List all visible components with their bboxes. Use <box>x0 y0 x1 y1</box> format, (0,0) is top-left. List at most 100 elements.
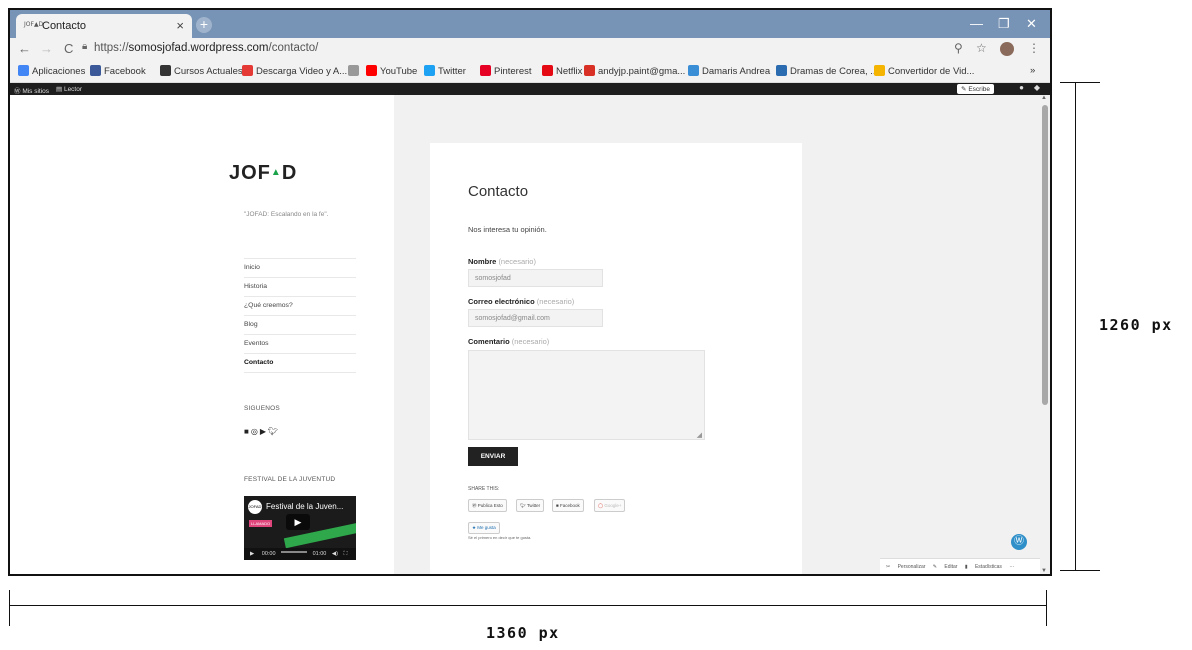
play-icon[interactable]: ▶ <box>286 514 310 530</box>
bookmark-label: andyjp.paint@gma... <box>598 66 686 77</box>
intro-text: Nos interesa tu opinión. <box>468 225 547 234</box>
my-sites-link[interactable]: Ⓦ Mis sitios <box>14 85 49 95</box>
bookmark-6[interactable]: Twitter <box>424 65 466 77</box>
reader-link[interactable]: ▤ Lector <box>56 85 82 93</box>
social-icons: ■◎▶🐦︎ <box>244 427 280 436</box>
bookmark-12[interactable]: Convertidor de Vid... <box>874 65 974 77</box>
bookmark-10[interactable]: Damaris Andrea <box>688 65 770 77</box>
bookmark-2[interactable]: Cursos Actuales <box>160 65 243 77</box>
youtube-icon[interactable]: ▶ <box>260 427 268 436</box>
bookmark-7[interactable]: Pinterest <box>480 65 532 77</box>
email-field[interactable]: somosjofad@gmail.com <box>468 309 603 327</box>
logo-triangle-icon: ▲ <box>270 167 282 178</box>
bookmark-8[interactable]: Netflix <box>542 65 582 77</box>
forward-button[interactable]: → <box>40 41 53 56</box>
restore-button[interactable]: ❐ <box>998 16 1010 32</box>
name-field[interactable]: somosjofad <box>468 269 603 287</box>
width-dimension-tick <box>1046 590 1047 626</box>
scrollbar[interactable]: ▲ ▼ <box>1040 95 1050 574</box>
comment-label-text: Comentario <box>468 337 510 346</box>
new-tab-button[interactable]: + <box>196 17 212 33</box>
scroll-up-icon[interactable]: ▲ <box>1041 95 1047 101</box>
wordpress-float-icon[interactable]: Ⓦ <box>1011 534 1027 550</box>
browser-window: JOF▲D Contacto × + — ❐ ✕ ← → C 🔒︎ https:… <box>8 8 1052 576</box>
site-logo[interactable]: JOF▲D <box>229 162 297 185</box>
bookmark-5[interactable]: YouTube <box>366 65 417 77</box>
user-avatar-icon[interactable]: ● <box>1019 83 1024 92</box>
video-title: Festival de la Juven... <box>266 502 344 511</box>
customize-link[interactable]: ✂ Personalizar <box>886 564 925 570</box>
menu-item-eventos[interactable]: Eventos <box>244 334 356 353</box>
height-dimension-tick <box>1060 570 1100 571</box>
notifications-icon[interactable]: ◆ <box>1034 83 1040 92</box>
menu-item-inicio[interactable]: Inicio <box>244 258 356 277</box>
fullscreen-icon[interactable]: ⛶ <box>343 551 347 557</box>
my-sites-label: Mis sitios <box>22 88 50 95</box>
share-facebook-button[interactable]: ■ Facebook <box>552 499 584 512</box>
reload-button[interactable]: C <box>64 41 73 56</box>
address-bar[interactable]: https://somosjofad.wordpress.com/contact… <box>94 42 318 54</box>
bookmark-label: Facebook <box>104 66 146 77</box>
stats-label: Estadísticas <box>974 564 1002 570</box>
zoom-icon[interactable]: ⚲ <box>954 41 963 55</box>
submit-button[interactable]: ENVIAR <box>468 447 518 466</box>
download-icon <box>242 65 253 76</box>
browser-toolbar: ← → C 🔒︎ https://somosjofad.wordpress.co… <box>10 38 1050 60</box>
page-title: Contacto <box>468 183 529 200</box>
video-controls: ▶ 00:00 01:00 ◀︎) ⛶ <box>244 548 356 560</box>
height-dimension-label: 1260 px <box>1099 316 1173 334</box>
lock-icon: 🔒︎ <box>82 41 88 52</box>
menu-item-que-creemos[interactable]: ¿Qué creemos? <box>244 296 356 315</box>
bookmark-1[interactable]: Facebook <box>90 65 146 77</box>
bookmarks-more-icon[interactable]: » <box>1030 65 1035 76</box>
instagram-icon[interactable]: ◎ <box>251 427 260 436</box>
like-note: Sé el primero en decir que te gusta. <box>468 535 532 540</box>
scroll-down-icon[interactable]: ▼ <box>1041 568 1047 574</box>
video-widget[interactable]: JOFAD Festival de la Juven... LLAMADO ▶ … <box>244 496 356 560</box>
tab-close-icon[interactable]: × <box>176 18 184 33</box>
menu-item-historia[interactable]: Historia <box>244 277 356 296</box>
resize-grip-icon[interactable]: ◢ <box>697 431 702 439</box>
back-button[interactable]: ← <box>18 41 31 56</box>
required-note: (necesario) <box>511 337 550 346</box>
bookmark-0[interactable]: Aplicaciones <box>18 65 85 77</box>
write-button[interactable]: ✎ Escribe <box>957 84 994 94</box>
bookmark-3[interactable]: Descarga Video y A... <box>242 65 347 77</box>
menu-item-blog[interactable]: Blog <box>244 315 356 334</box>
tab-contacto[interactable]: JOF▲D Contacto × <box>16 14 192 38</box>
pinterest-icon <box>480 65 491 76</box>
play-button[interactable]: ▶ <box>250 551 254 557</box>
video-channel-logo: JOFAD <box>248 500 262 514</box>
height-dimension-tick <box>1060 82 1100 83</box>
edit-link[interactable]: ✎ Editar <box>933 564 958 570</box>
browser-menu-icon[interactable]: ⋮ <box>1028 41 1040 55</box>
scrollbar-thumb[interactable] <box>1042 105 1048 405</box>
more-icon[interactable]: ··· <box>1009 564 1014 570</box>
site-favicon: JOF▲D <box>24 21 44 28</box>
like-button[interactable]: ★ Me gusta <box>468 522 500 534</box>
facebook-icon[interactable]: ■ <box>244 427 251 436</box>
bookmarks-bar: Aplicaciones Facebook Cursos Actuales Desca… <box>10 60 1050 83</box>
menu-item-contacto[interactable]: Contacto <box>244 353 356 373</box>
write-label: Escribe <box>968 86 990 93</box>
share-twitter-button[interactable]: 🐦︎ Twitter <box>516 499 545 512</box>
customize-label: Personalizar <box>897 564 926 570</box>
share-wordpress-button[interactable]: Ⓦ Publica Esto <box>468 499 507 512</box>
comment-textarea[interactable]: ◢ <box>468 350 705 440</box>
site-tagline: "JOFAD: Escalando en la fe". <box>244 211 329 218</box>
share-google-button[interactable]: ◯ Google+ <box>594 499 626 512</box>
minimize-button[interactable]: — <box>970 16 983 31</box>
logo-text: JOF <box>229 162 271 184</box>
stats-link[interactable]: ▮ Estadísticas <box>965 564 1002 570</box>
bookmark-4[interactable] <box>348 65 362 77</box>
twitter-icon[interactable]: 🐦︎ <box>268 427 280 436</box>
bookmark-9[interactable]: andyjp.paint@gma... <box>584 65 685 77</box>
volume-icon[interactable]: ◀︎) <box>332 551 338 557</box>
close-window-button[interactable]: ✕ <box>1026 16 1037 32</box>
bookmark-11[interactable]: Dramas de Corea, ... <box>776 65 878 77</box>
progress-bar[interactable] <box>281 551 308 553</box>
bookmark-star-icon[interactable]: ☆ <box>976 41 987 55</box>
apps-icon <box>18 65 29 76</box>
profile-avatar[interactable] <box>1000 42 1014 56</box>
bookmark-label: Netflix <box>556 66 583 77</box>
